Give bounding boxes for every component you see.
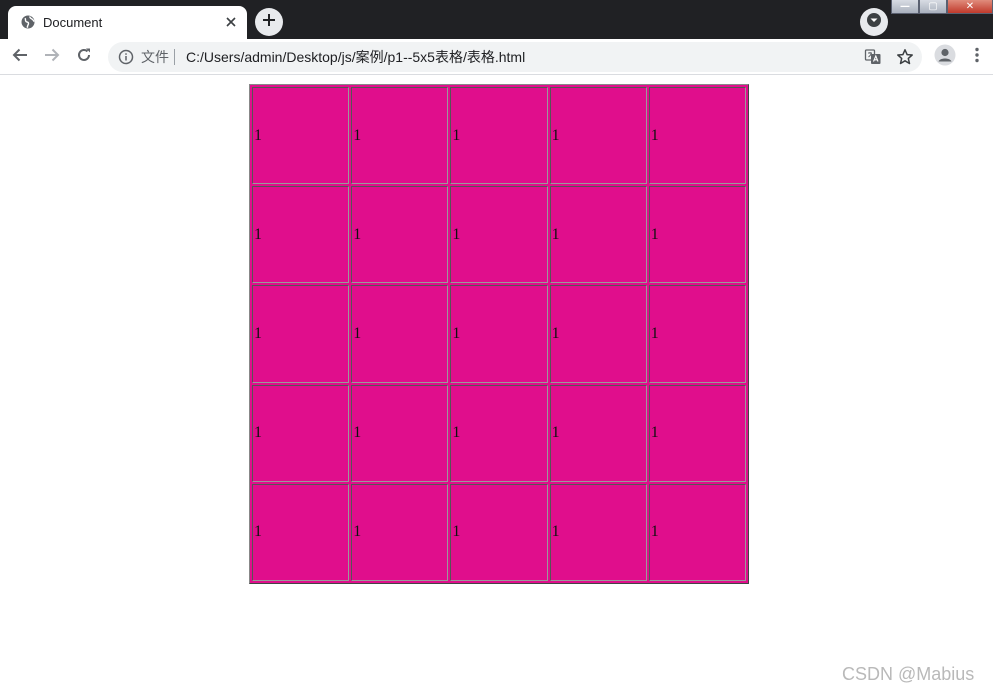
chevron-down-icon bbox=[866, 12, 882, 33]
url-text[interactable]: C:/Users/admin/Desktop/js/案例/p1--5x5表格/表… bbox=[186, 49, 525, 65]
browser-titlebar: Document — ▢ ✕ bbox=[0, 0, 993, 39]
table-cell: 1 bbox=[648, 384, 746, 482]
table-cell: 1 bbox=[648, 483, 746, 581]
reload-button[interactable] bbox=[70, 43, 98, 71]
minimize-icon: — bbox=[900, 0, 910, 12]
star-icon[interactable] bbox=[896, 48, 914, 66]
table-cell: 1 bbox=[549, 285, 647, 383]
arrow-left-icon bbox=[12, 47, 28, 68]
kebab-menu-icon bbox=[975, 47, 979, 68]
table-cell: 1 bbox=[351, 87, 449, 185]
table-cell: 1 bbox=[549, 87, 647, 185]
omnibox-divider bbox=[174, 49, 175, 65]
watermark: CSDN @Mabius bbox=[842, 664, 975, 684]
table-cell: 1 bbox=[351, 384, 449, 482]
security-label: 文件 bbox=[141, 49, 169, 65]
menu-button[interactable] bbox=[963, 43, 991, 71]
table-cell: 1 bbox=[450, 186, 548, 284]
close-icon[interactable] bbox=[222, 13, 240, 31]
window-controls: — ▢ ✕ bbox=[891, 0, 993, 14]
translate-icon[interactable] bbox=[864, 48, 882, 66]
maximize-button[interactable]: ▢ bbox=[919, 0, 947, 14]
table-cell: 1 bbox=[549, 186, 647, 284]
table-cell: 1 bbox=[450, 384, 548, 482]
grid-table: 1 1 1 1 1 1 1 1 1 1 1 1 1 1 1 1 1 1 1 1 … bbox=[249, 84, 749, 584]
table-cell: 1 bbox=[252, 87, 350, 185]
avatar-icon bbox=[934, 44, 956, 71]
table-row: 1 1 1 1 1 bbox=[252, 285, 746, 383]
table-row: 1 1 1 1 1 bbox=[252, 87, 746, 185]
table-cell: 1 bbox=[252, 285, 350, 383]
globe-icon bbox=[21, 15, 35, 29]
table-cell: 1 bbox=[252, 384, 350, 482]
tab-search-button[interactable] bbox=[860, 8, 888, 36]
browser-toolbar: 文件 C:/Users/admin/Desktop/js/案例/p1--5x5表… bbox=[0, 39, 993, 75]
address-bar[interactable]: 文件 C:/Users/admin/Desktop/js/案例/p1--5x5表… bbox=[108, 42, 922, 72]
table-cell: 1 bbox=[648, 186, 746, 284]
page-content: 1 1 1 1 1 1 1 1 1 1 1 1 1 1 1 1 1 1 1 1 … bbox=[0, 76, 993, 692]
table-cell: 1 bbox=[648, 285, 746, 383]
table-cell: 1 bbox=[450, 87, 548, 185]
window-close-icon: ✕ bbox=[965, 0, 975, 12]
browser-tab[interactable]: Document bbox=[8, 6, 247, 39]
table-cell: 1 bbox=[549, 483, 647, 581]
table-row: 1 1 1 1 1 bbox=[252, 384, 746, 482]
table-cell: 1 bbox=[351, 285, 449, 383]
minimize-button[interactable]: — bbox=[891, 0, 919, 14]
maximize-icon: ▢ bbox=[928, 0, 938, 12]
table-cell: 1 bbox=[351, 186, 449, 284]
table-cell: 1 bbox=[351, 483, 449, 581]
back-button[interactable] bbox=[6, 43, 34, 71]
info-icon[interactable] bbox=[118, 49, 134, 65]
new-tab-button[interactable] bbox=[255, 8, 283, 36]
profile-button[interactable] bbox=[931, 43, 959, 71]
reload-icon bbox=[76, 47, 92, 68]
table-row: 1 1 1 1 1 bbox=[252, 483, 746, 581]
arrow-right-icon bbox=[44, 47, 60, 68]
tab-title: Document bbox=[43, 15, 103, 30]
table-cell: 1 bbox=[450, 483, 548, 581]
table-cell: 1 bbox=[252, 186, 350, 284]
table-cell: 1 bbox=[648, 87, 746, 185]
table-row: 1 1 1 1 1 bbox=[252, 186, 746, 284]
window-close-button[interactable]: ✕ bbox=[947, 0, 993, 14]
plus-icon bbox=[262, 13, 276, 32]
table-cell: 1 bbox=[549, 384, 647, 482]
table-cell: 1 bbox=[450, 285, 548, 383]
forward-button[interactable] bbox=[38, 43, 66, 71]
table-cell: 1 bbox=[252, 483, 350, 581]
